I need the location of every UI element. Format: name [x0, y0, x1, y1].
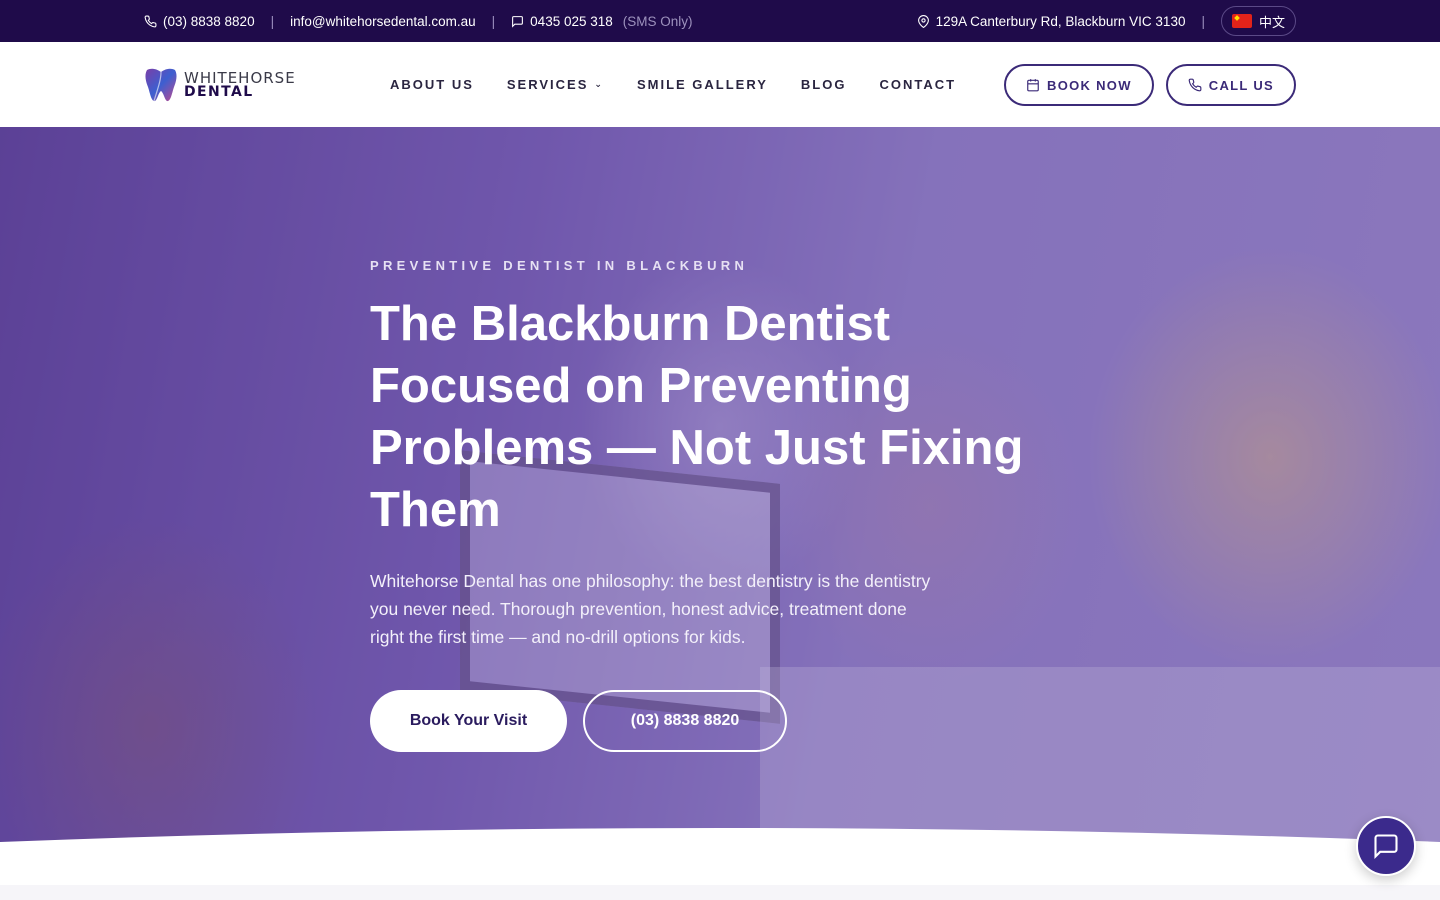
topbar-sms-link[interactable]: 0435 025 318 (SMS Only)	[511, 13, 693, 29]
topbar-email-text: info@whitehorsedental.com.au	[290, 13, 476, 29]
phone-icon	[144, 15, 157, 27]
calendar-icon	[1027, 79, 1039, 92]
nav-about-us[interactable]: ABOUT US	[390, 77, 474, 92]
logo-line-2: DENTAL	[184, 84, 254, 100]
nav-smile-gallery[interactable]: SMILE GALLERY	[637, 77, 768, 92]
chevron-down-icon: ⌄	[594, 79, 604, 89]
language-label: 中文	[1258, 14, 1285, 30]
language-switcher[interactable]: 中文	[1220, 6, 1296, 36]
hero-eyebrow: PREVENTIVE DENTIST IN BLACKBURN	[370, 258, 749, 273]
topbar-address-link[interactable]: 129A Canterbury Rd, Blackburn VIC 3130	[917, 13, 1186, 29]
book-now-label: BOOK NOW	[1047, 77, 1132, 93]
topbar-sms-text: 0435 025 318	[530, 13, 613, 29]
site-header: WHITEHORSE DENTAL ABOUT US SERVICES ⌄ SMI…	[0, 42, 1440, 127]
nav-label: CONTACT	[879, 77, 957, 92]
phone-icon	[1188, 78, 1202, 92]
chat-icon	[1374, 834, 1398, 860]
nav-label: BLOG	[800, 77, 847, 92]
hero-title: The Blackburn Dentist Focused on Prevent…	[370, 297, 1024, 537]
nav-label: SMILE GALLERY	[636, 77, 768, 92]
call-us-label: CALL US	[1208, 77, 1274, 93]
nav-label: ABOUT US	[390, 77, 474, 92]
logo-wordmark: WHITEHORSE DENTAL	[184, 69, 296, 100]
topbar-phone-link[interactable]: (03) 8838 8820	[144, 14, 255, 29]
nav-blog[interactable]: BLOG	[801, 77, 847, 92]
nav-services[interactable]: SERVICES ⌄	[507, 77, 604, 92]
hero-phone-button[interactable]: (03) 8838 8820	[583, 690, 787, 752]
next-section-strip	[0, 885, 1440, 900]
header-actions: BOOK NOW CALL US	[1004, 64, 1296, 106]
contact-strip: (03) 8838 8820 | info@whitehorsedental.c…	[144, 0, 693, 42]
hero-bottom-curve	[0, 828, 1440, 860]
sms-only-note: (SMS Only)	[622, 13, 693, 29]
map-pin-icon	[917, 14, 929, 28]
nav-label: SERVICES	[506, 77, 589, 92]
address-strip: 129A Canterbury Rd, Blackburn VIC 3130 |…	[917, 0, 1296, 42]
topbar-address-text: 129A Canterbury Rd, Blackburn VIC 3130	[935, 13, 1186, 29]
book-your-visit-button[interactable]: Book Your Visit	[370, 690, 567, 752]
divider: |	[1201, 13, 1205, 29]
main-nav: ABOUT US SERVICES ⌄ SMILE GALLERY BLOG CO…	[390, 42, 956, 127]
site-logo[interactable]: WHITEHORSE DENTAL	[144, 67, 296, 103]
chat-widget-button[interactable]	[1356, 816, 1416, 876]
divider: |	[270, 13, 275, 29]
logo-line-1: WHITEHORSE	[184, 69, 296, 87]
chat-icon	[512, 15, 524, 28]
hero-actions: Book Your Visit (03) 8838 8820	[370, 690, 787, 752]
topbar-email-link[interactable]: info@whitehorsedental.com.au	[290, 14, 476, 29]
book-now-button[interactable]: BOOK NOW	[1004, 64, 1154, 106]
call-us-button[interactable]: CALL US	[1165, 64, 1296, 106]
hero-subtitle: Whitehorse Dental has one philosophy: th…	[370, 571, 931, 647]
topbar-phone-text: (03) 8838 8820	[163, 13, 255, 29]
tooth-logo-icon	[145, 68, 177, 102]
china-flag-icon	[1231, 14, 1252, 28]
nav-contact[interactable]: CONTACT	[879, 77, 956, 92]
hero-section: PREVENTIVE DENTIST IN BLACKBURN The Blac…	[0, 127, 1440, 847]
top-info-bar: (03) 8838 8820 | info@whitehorsedental.c…	[0, 0, 1440, 42]
divider: |	[491, 13, 496, 29]
